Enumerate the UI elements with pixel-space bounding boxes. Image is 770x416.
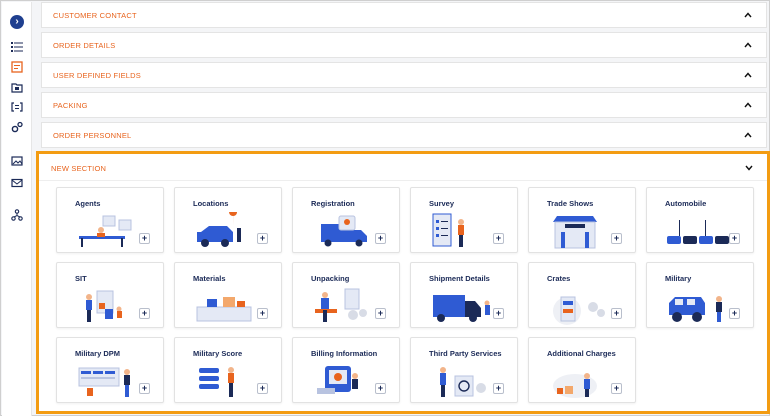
- section-title: PACKING: [53, 101, 88, 110]
- card-materials[interactable]: Materials +: [174, 262, 282, 328]
- card-title: Shipment Details: [429, 274, 490, 283]
- shipment-details-illustration: [433, 295, 490, 322]
- section-title: ORDER PERSONNEL: [53, 131, 132, 140]
- hierarchy-icon[interactable]: [9, 207, 25, 223]
- section-user-defined-fields[interactable]: USER DEFINED FIELDS: [41, 62, 767, 88]
- card-military-dpm[interactable]: Military DPM +: [56, 337, 164, 403]
- new-section-panel: NEW SECTION Agents + Locations + Registr…: [36, 151, 770, 414]
- card-third-party-services[interactable]: Third Party Services +: [410, 337, 518, 403]
- agents-illustration: [79, 215, 132, 247]
- card-title: SIT: [75, 274, 87, 283]
- materials-illustration: [196, 297, 252, 322]
- add-sit-button[interactable]: +: [139, 308, 150, 319]
- survey-illustration: [432, 213, 464, 247]
- card-title: Locations: [193, 199, 229, 208]
- section-order-details[interactable]: ORDER DETAILS: [41, 32, 767, 58]
- card-additional-charges[interactable]: Additional Charges +: [528, 337, 636, 403]
- card-sit[interactable]: SIT +: [56, 262, 164, 328]
- section-packing[interactable]: PACKING: [41, 92, 767, 118]
- card-title: Trade Shows: [547, 199, 594, 208]
- card-military-score[interactable]: Military Score +: [174, 337, 282, 403]
- chevron-up-icon[interactable]: [742, 129, 754, 141]
- chevron-up-icon[interactable]: [742, 39, 754, 51]
- section-title: ORDER DETAILS: [53, 41, 116, 50]
- card-trade-shows[interactable]: Trade Shows +: [528, 187, 636, 253]
- card-title: Materials: [193, 274, 226, 283]
- military-illustration: [669, 296, 722, 322]
- document-icon[interactable]: [9, 59, 25, 75]
- card-title: Billing Information: [311, 349, 378, 358]
- chevron-up-icon[interactable]: [742, 99, 754, 111]
- card-automobile[interactable]: Automobile +: [646, 187, 754, 253]
- card-title: Registration: [311, 199, 355, 208]
- third-party-services-illustration: [440, 367, 486, 397]
- card-locations[interactable]: Locations +: [174, 187, 282, 253]
- chevron-up-icon[interactable]: [742, 69, 754, 81]
- chevron-up-icon[interactable]: [742, 9, 754, 21]
- add-military-dpm-button[interactable]: +: [139, 383, 150, 394]
- card-title: Military: [665, 274, 692, 283]
- add-registration-button[interactable]: +: [375, 233, 386, 244]
- new-section-header[interactable]: NEW SECTION: [39, 154, 767, 181]
- card-title: Additional Charges: [547, 349, 616, 358]
- card-title: Military Score: [193, 349, 243, 358]
- card-agents[interactable]: Agents +: [56, 187, 164, 253]
- list-icon[interactable]: [9, 39, 25, 55]
- image-icon[interactable]: [9, 153, 25, 169]
- add-unpacking-button[interactable]: +: [375, 308, 386, 319]
- sidebar: ›: [2, 2, 32, 416]
- card-shipment-details[interactable]: Shipment Details +: [410, 262, 518, 328]
- section-order-personnel[interactable]: ORDER PERSONNEL: [41, 122, 767, 148]
- card-title: Agents: [75, 199, 101, 208]
- add-additional-charges-button[interactable]: +: [611, 383, 622, 394]
- folder-icon[interactable]: [9, 79, 25, 95]
- add-military-button[interactable]: +: [729, 308, 740, 319]
- card-military[interactable]: Military +: [646, 262, 754, 328]
- locations-illustration: [197, 212, 241, 247]
- card-title: Third Party Services: [429, 349, 502, 358]
- section-title: NEW SECTION: [51, 164, 107, 173]
- sidebar-toggle-button[interactable]: ›: [10, 15, 24, 29]
- section-title: USER DEFINED FIELDS: [53, 71, 141, 80]
- gears-icon[interactable]: [9, 119, 25, 135]
- add-shipment-details-button[interactable]: +: [493, 308, 504, 319]
- card-title: Unpacking: [311, 274, 350, 283]
- military-score-illustration: [199, 367, 234, 397]
- sit-illustration: [86, 290, 122, 322]
- card-title: Military DPM: [75, 349, 121, 358]
- card-registration[interactable]: Registration +: [292, 187, 400, 253]
- card-title: Automobile: [665, 199, 707, 208]
- card-crates[interactable]: Crates +: [528, 262, 636, 328]
- billing-information-illustration: [317, 366, 358, 394]
- section-customer-contact[interactable]: CUSTOMER CONTACT: [41, 2, 767, 28]
- card-survey[interactable]: Survey +: [410, 187, 518, 253]
- card-title: Crates: [547, 274, 571, 283]
- add-billing-information-button[interactable]: +: [375, 383, 386, 394]
- add-materials-button[interactable]: +: [257, 308, 268, 319]
- trade-shows-illustration: [553, 216, 597, 249]
- crates-illustration: [553, 296, 605, 325]
- card-billing-information[interactable]: Billing Information +: [292, 337, 400, 403]
- registration-illustration: [321, 215, 367, 247]
- add-survey-button[interactable]: +: [493, 233, 504, 244]
- add-automobile-button[interactable]: +: [729, 233, 740, 244]
- section-title: CUSTOMER CONTACT: [53, 11, 137, 20]
- card-unpacking[interactable]: Unpacking +: [292, 262, 400, 328]
- add-trade-shows-button[interactable]: +: [611, 233, 622, 244]
- automobile-illustration: [667, 220, 729, 244]
- chevron-down-icon[interactable]: [743, 162, 755, 174]
- add-agents-button[interactable]: +: [139, 233, 150, 244]
- additional-charges-illustration: [553, 373, 597, 398]
- unpacking-illustration: [315, 288, 367, 322]
- military-dpm-illustration: [78, 367, 130, 397]
- add-military-score-button[interactable]: +: [257, 383, 268, 394]
- mail-icon[interactable]: [9, 175, 25, 191]
- add-crates-button[interactable]: +: [611, 308, 622, 319]
- add-locations-button[interactable]: +: [257, 233, 268, 244]
- card-title: Survey: [429, 199, 455, 208]
- bracket-icon[interactable]: [9, 99, 25, 115]
- app-frame: › CUSTOMER CONTACT ORDER DETAILS USER DE…: [0, 0, 770, 416]
- add-third-party-services-button[interactable]: +: [493, 383, 504, 394]
